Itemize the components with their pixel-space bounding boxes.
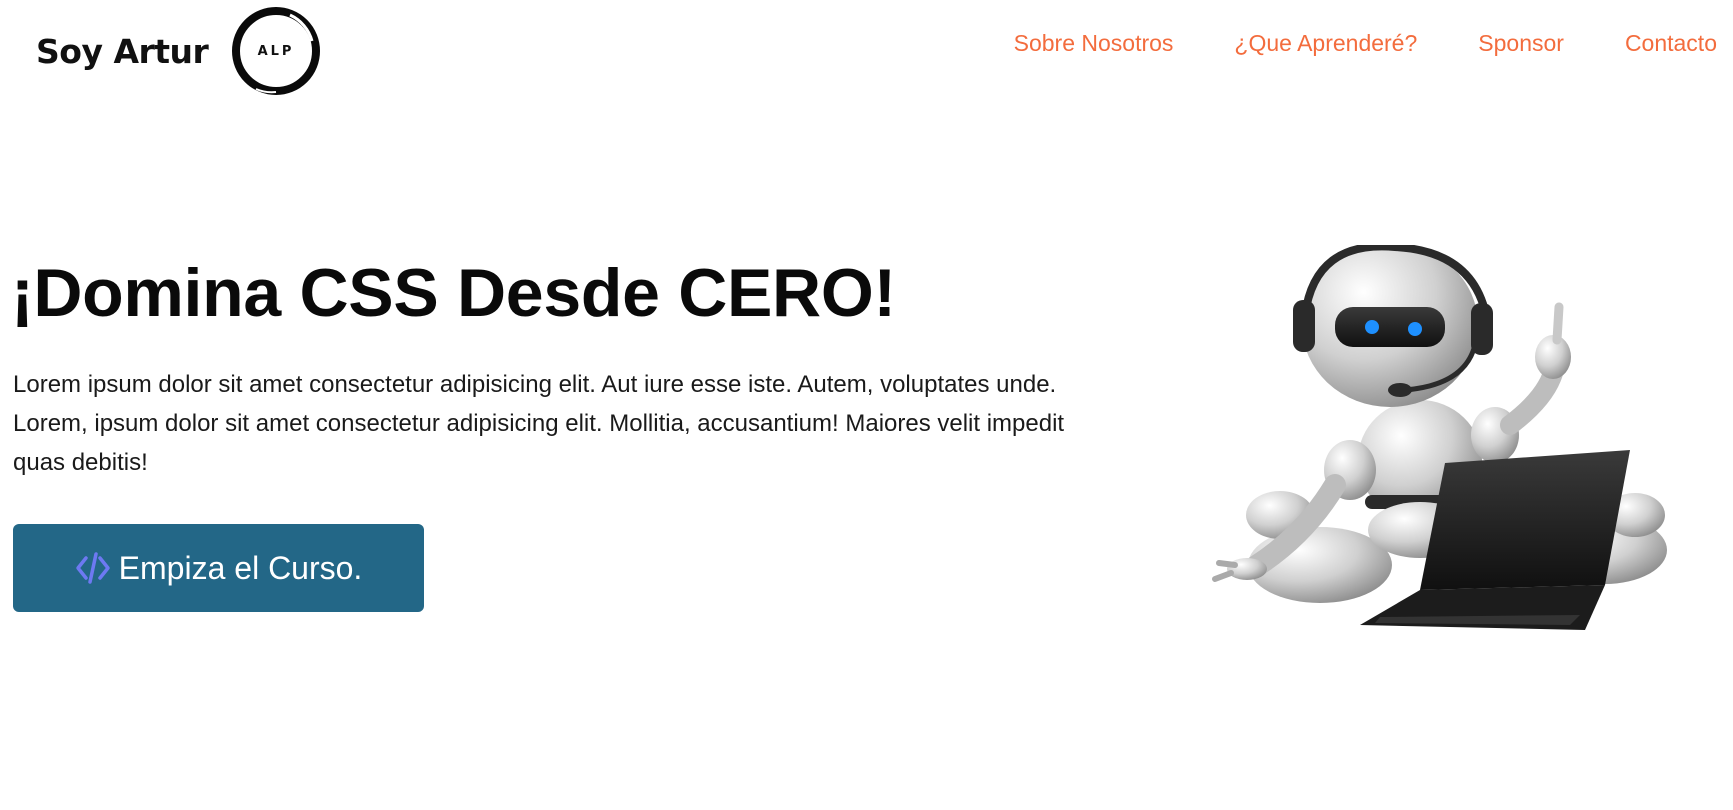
- nav-link-sobre-nosotros[interactable]: Sobre Nosotros: [1014, 30, 1174, 57]
- main-nav: Sobre Nosotros ¿Que Aprenderé? Sponsor C…: [1014, 30, 1717, 57]
- code-icon: [75, 552, 110, 584]
- logo-mark-text: ALP: [258, 44, 295, 59]
- hero-title: ¡Domina CSS Desde CERO!: [11, 255, 896, 331]
- site-header: Soy Artur ALP Sobre Nosotros ¿Que Aprend…: [0, 0, 1733, 105]
- start-course-button[interactable]: Empiza el Curso.: [13, 524, 424, 612]
- nav-link-contacto[interactable]: Contacto: [1625, 30, 1717, 57]
- robot-laptop-illustration: [1212, 245, 1667, 630]
- logo-text: Soy Artur: [36, 31, 209, 71]
- logo-link[interactable]: Soy Artur ALP: [36, 6, 322, 96]
- logo-mark-icon: ALP: [232, 7, 321, 95]
- hero-description: Lorem ipsum dolor sit amet consectetur a…: [13, 371, 1065, 476]
- nav-link-sponsor[interactable]: Sponsor: [1478, 30, 1564, 57]
- nav-link-que-aprendere[interactable]: ¿Que Aprenderé?: [1234, 30, 1417, 57]
- start-course-label: Empiza el Curso.: [118, 549, 363, 586]
